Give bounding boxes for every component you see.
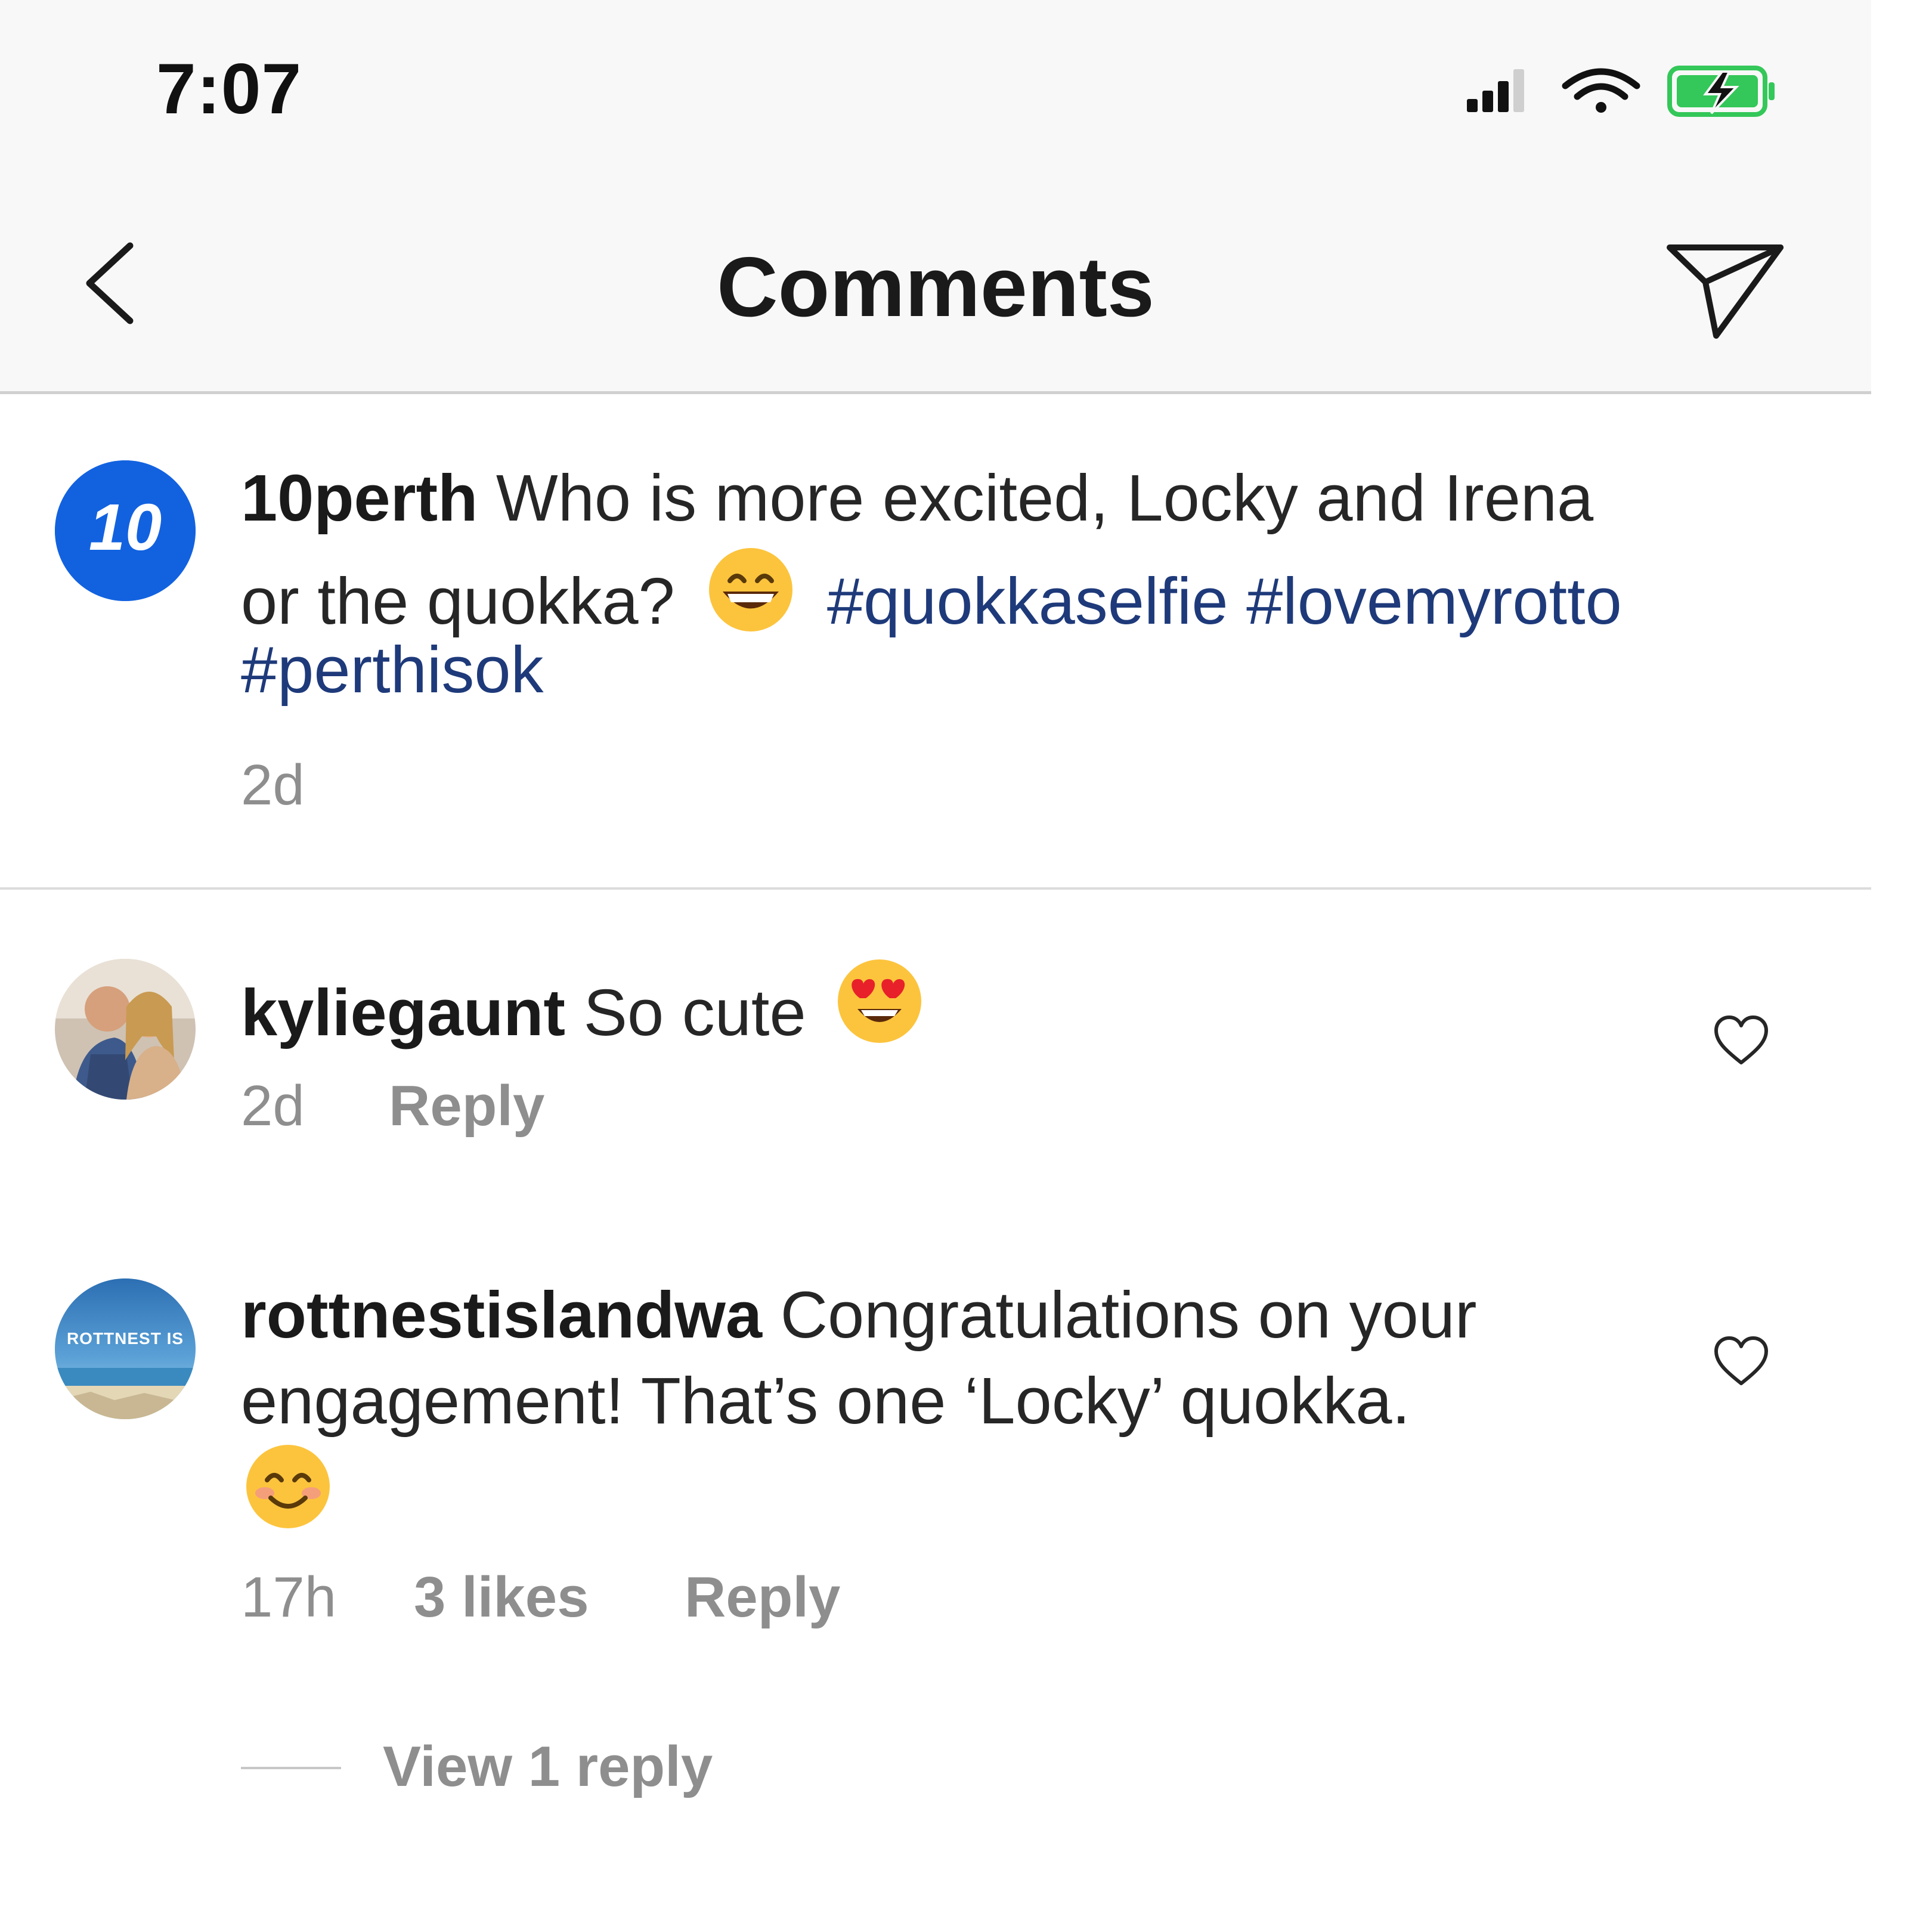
comment-2-line-1: rottnestislandwa Congratulations on your	[241, 1276, 1477, 1355]
view-replies-button[interactable]: View 1 reply	[383, 1734, 713, 1800]
divider	[0, 887, 1871, 890]
grinning-emoji-icon	[709, 548, 793, 631]
heart-outline-icon[interactable]	[1713, 1014, 1770, 1067]
comment-2-username[interactable]: rottnestislandwa	[241, 1278, 762, 1352]
comment-2-reply-button[interactable]: Reply	[685, 1565, 840, 1630]
caption-time: 2d	[241, 753, 305, 817]
caption-hashtags-2[interactable]: #perthisok	[241, 633, 544, 707]
comment-2-likes[interactable]: 3 likes	[414, 1565, 589, 1630]
comment-2-text-1: Congratulations on your	[780, 1278, 1477, 1352]
heart-outline-icon[interactable]	[1713, 1335, 1770, 1388]
status-time: 7:07	[156, 49, 302, 129]
caption-text-2: or the quokka?	[241, 565, 675, 638]
status-icons	[1467, 66, 1775, 117]
avatar-rottnestislandwa[interactable]: ROTTNEST IS	[55, 1278, 196, 1419]
caption-text-1: Who is more excited, Locky and Irena	[496, 462, 1594, 535]
profile-photo	[55, 959, 196, 1100]
rottnest-logo: ROTTNEST IS	[55, 1278, 196, 1419]
avatar-10perth[interactable]: 10	[55, 460, 196, 601]
comment-2-text-2: engagement! That’s one ‘Locky’ quokka.	[241, 1364, 1410, 1438]
channel-10-logo: 10	[55, 460, 196, 601]
comment-1-username[interactable]: kyliegaunt	[241, 976, 565, 1049]
comment-1-reply-button[interactable]: Reply	[389, 1073, 544, 1139]
avatar-kyliegaunt[interactable]	[55, 959, 196, 1100]
svg-text:ROTTNEST IS: ROTTNEST IS	[67, 1329, 184, 1348]
heart-eyes-emoji-icon	[838, 959, 922, 1043]
top-bar: 7:07 Comments	[0, 0, 1871, 394]
cellular-signal-icon	[1467, 69, 1524, 112]
page-title: Comments	[717, 240, 1154, 335]
caption-line-1: 10perth Who is more excited, Locky and I…	[241, 459, 1593, 538]
caption-line-3: #perthisok	[241, 631, 544, 710]
caption-hashtags-1[interactable]: #quokkaselfie #lovemyrotto	[827, 565, 1622, 638]
caption-line-2: or the quokka? #quokkaselfie #lovemyrott…	[241, 545, 1622, 641]
wifi-icon	[1562, 68, 1640, 113]
divider	[0, 391, 1871, 394]
comment-1-time: 2d	[241, 1074, 305, 1138]
comment-2-line-2: engagement! That’s one ‘Locky’ quokka.	[241, 1362, 1410, 1441]
svg-text:10: 10	[89, 491, 162, 564]
view-replies-line	[241, 1767, 341, 1769]
paper-plane-icon[interactable]	[1664, 236, 1789, 343]
comment-1-text: So cute	[583, 976, 806, 1049]
battery-charging-icon	[1667, 66, 1775, 117]
smiling-blush-emoji-icon	[246, 1445, 330, 1528]
comment-2-time: 17h	[241, 1565, 337, 1629]
caption-username[interactable]: 10perth	[241, 462, 478, 535]
comment-1-line: kyliegaunt So cute	[241, 956, 924, 1052]
